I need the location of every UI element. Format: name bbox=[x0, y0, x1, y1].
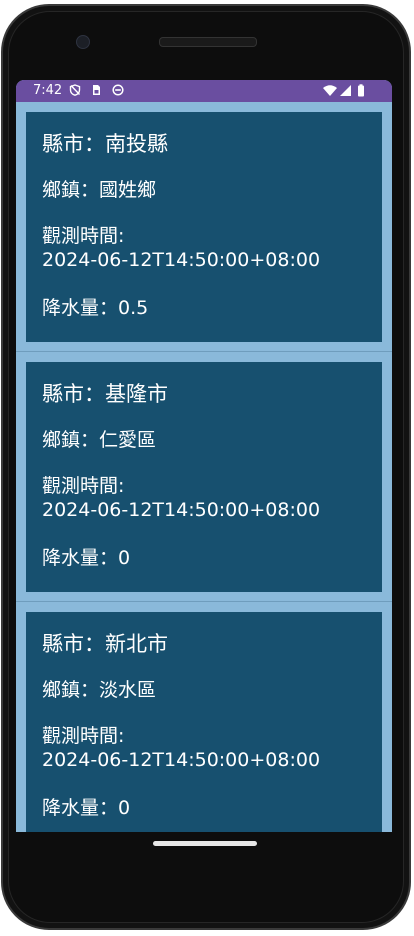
shield-off-icon bbox=[69, 84, 81, 96]
rainfall-card[interactable]: 縣市：新北市 鄉鎮：淡水區 觀測時間: 2024-06-12T14:50:00+… bbox=[26, 612, 382, 832]
list-item: 縣市：南投縣 鄉鎮：國姓鄉 觀測時間: 2024-06-12T14:50:00+… bbox=[16, 102, 392, 352]
rainfall-text: 降水量：0 bbox=[42, 547, 131, 569]
status-bar: 7:42 bbox=[16, 80, 392, 102]
app-circle-icon bbox=[112, 84, 124, 96]
rainfall-text: 降水量：0.5 bbox=[42, 297, 149, 319]
rainfall-text: 降水量：0 bbox=[42, 797, 131, 819]
observation-time-label: 觀測時間: bbox=[42, 225, 125, 247]
rainfall-list[interactable]: 縣市：南投縣 鄉鎮：國姓鄉 觀測時間: 2024-06-12T14:50:00+… bbox=[16, 102, 392, 832]
status-time: 7:42 bbox=[33, 83, 63, 98]
earpiece-speaker bbox=[159, 37, 257, 47]
home-gesture-bar[interactable] bbox=[153, 841, 257, 846]
observation-time-value: 2024-06-12T14:50:00+08:00 bbox=[42, 249, 321, 271]
observation-time-value: 2024-06-12T14:50:00+08:00 bbox=[42, 499, 321, 521]
county-text: 縣市：基隆市 bbox=[42, 382, 168, 406]
battery-icon bbox=[358, 84, 364, 97]
town-text: 鄉鎮：淡水區 bbox=[42, 679, 157, 701]
status-right-icons bbox=[322, 84, 368, 98]
signal-icon bbox=[340, 85, 351, 96]
list-item: 縣市：基隆市 鄉鎮：仁愛區 觀測時間: 2024-06-12T14:50:00+… bbox=[16, 352, 392, 602]
front-camera bbox=[76, 35, 90, 49]
county-text: 縣市：新北市 bbox=[42, 632, 168, 656]
observation-time-label: 觀測時間: bbox=[42, 725, 125, 747]
town-text: 鄉鎮：仁愛區 bbox=[42, 429, 157, 451]
observation-time-label: 觀測時間: bbox=[42, 475, 125, 497]
town-text: 鄉鎮：國姓鄉 bbox=[42, 179, 157, 201]
phone-frame: 7:42 縣市：南投縣 鄉鎮：國姓鄉 觀測時間: 2024-06-12T14:5… bbox=[0, 0, 414, 936]
rainfall-card[interactable]: 縣市：南投縣 鄉鎮：國姓鄉 觀測時間: 2024-06-12T14:50:00+… bbox=[26, 112, 382, 342]
sim-card-icon bbox=[90, 84, 102, 96]
app-screen: 7:42 縣市：南投縣 鄉鎮：國姓鄉 觀測時間: 2024-06-12T14:5… bbox=[16, 80, 392, 832]
wifi-icon bbox=[323, 85, 337, 96]
rainfall-card[interactable]: 縣市：基隆市 鄉鎮：仁愛區 觀測時間: 2024-06-12T14:50:00+… bbox=[26, 362, 382, 592]
observation-time-value: 2024-06-12T14:50:00+08:00 bbox=[42, 749, 321, 771]
county-text: 縣市：南投縣 bbox=[42, 132, 168, 156]
list-item: 縣市：新北市 鄉鎮：淡水區 觀測時間: 2024-06-12T14:50:00+… bbox=[16, 602, 392, 832]
